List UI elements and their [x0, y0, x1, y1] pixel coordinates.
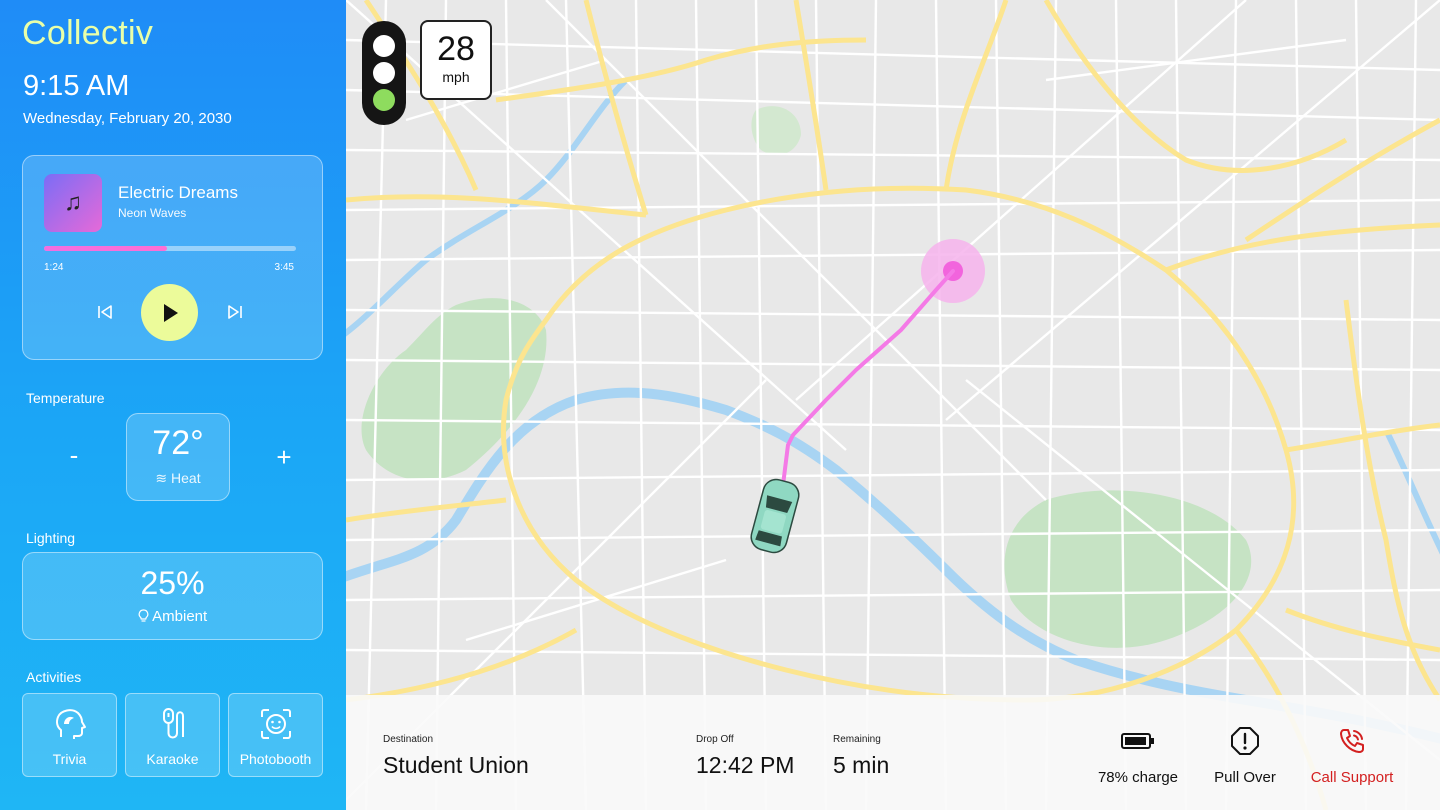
- temperature-mode: ≋ Heat: [155, 470, 201, 486]
- traffic-light-red: [373, 35, 395, 57]
- lighting-mode: Ambient: [23, 608, 322, 625]
- time-total: 3:45: [274, 262, 294, 273]
- face-scan-icon: [260, 709, 291, 739]
- previous-track-button[interactable]: [93, 302, 117, 322]
- bulb-icon: [138, 609, 149, 622]
- destination-value: Student Union: [383, 752, 529, 778]
- traffic-light-yellow: [373, 62, 395, 84]
- music-note-icon: ♫: [64, 189, 82, 216]
- destination-label: Destination: [383, 734, 434, 745]
- temperature-card[interactable]: 72° ≋ Heat: [126, 413, 230, 501]
- playback-progress-bar[interactable]: [44, 246, 296, 251]
- temperature-value: 72°: [152, 424, 204, 462]
- lighting-mode-text: Ambient: [152, 608, 208, 625]
- lighting-value: 25%: [140, 565, 205, 601]
- temperature-increase-button[interactable]: +: [272, 442, 296, 473]
- activities-label: Activities: [26, 669, 82, 685]
- music-player-card: ♫ Electric Dreams Neon Waves 1:24 3:45: [22, 155, 323, 360]
- activity-label: Trivia: [52, 751, 87, 767]
- dropoff-label: Drop Off: [696, 734, 734, 745]
- trivia-icon: [55, 709, 86, 739]
- play-button[interactable]: [141, 284, 198, 341]
- call-support-label: Call Support: [1310, 769, 1394, 786]
- skip-next-icon: [228, 305, 242, 319]
- pull-over-button[interactable]: Pull Over: [1203, 725, 1287, 795]
- battery-icon: [1121, 733, 1154, 749]
- activity-trivia-button[interactable]: Trivia: [22, 693, 117, 777]
- trip-info-bar: Destination Student Union Drop Off 12:42…: [346, 695, 1440, 810]
- traffic-light-green: [373, 89, 395, 111]
- song-title: Electric Dreams: [118, 183, 238, 202]
- speed-indicator: 28 mph: [420, 20, 492, 100]
- temperature-label: Temperature: [26, 390, 105, 406]
- time-elapsed: 1:24: [44, 262, 64, 273]
- battery-status: 78% charge: [1090, 725, 1186, 795]
- app-name: Collectiv: [22, 14, 154, 52]
- playback-progress-fill: [44, 246, 168, 251]
- speed-unit: mph: [442, 69, 470, 85]
- lighting-label: Lighting: [26, 530, 76, 546]
- activity-karaoke-button[interactable]: Karaoke: [125, 693, 220, 777]
- call-support-button[interactable]: Call Support: [1304, 725, 1400, 795]
- play-icon: [163, 303, 178, 322]
- stop-alert-icon: [1231, 727, 1259, 755]
- song-artist: Neon Waves: [118, 206, 187, 220]
- remaining-value: 5 min: [833, 752, 890, 778]
- date: Wednesday, February 20, 2030: [23, 110, 232, 127]
- next-track-button[interactable]: [223, 302, 247, 322]
- album-art: ♫: [44, 174, 102, 232]
- activity-label: Photobooth: [239, 751, 312, 767]
- lighting-card[interactable]: 25% Ambient: [22, 552, 323, 640]
- battery-label: 78% charge: [1097, 769, 1179, 786]
- speed-value: 28: [437, 30, 475, 68]
- dropoff-value: 12:42 PM: [696, 752, 795, 778]
- navigation-map[interactable]: [346, 0, 1440, 810]
- traffic-light-indicator: [362, 21, 406, 125]
- sidebar: Collectiv 9:15 AM Wednesday, February 20…: [0, 0, 346, 810]
- temperature-decrease-button[interactable]: -: [64, 440, 84, 471]
- clock: 9:15 AM: [23, 70, 130, 102]
- remaining-label: Remaining: [833, 734, 881, 745]
- map-canvas: [346, 0, 1440, 810]
- microphone-icon: [162, 708, 184, 739]
- skip-previous-icon: [98, 305, 112, 319]
- activity-label: Karaoke: [146, 751, 199, 767]
- activity-photobooth-button[interactable]: Photobooth: [228, 693, 323, 777]
- pull-over-label: Pull Over: [1214, 769, 1276, 786]
- phone-call-icon: [1340, 729, 1364, 753]
